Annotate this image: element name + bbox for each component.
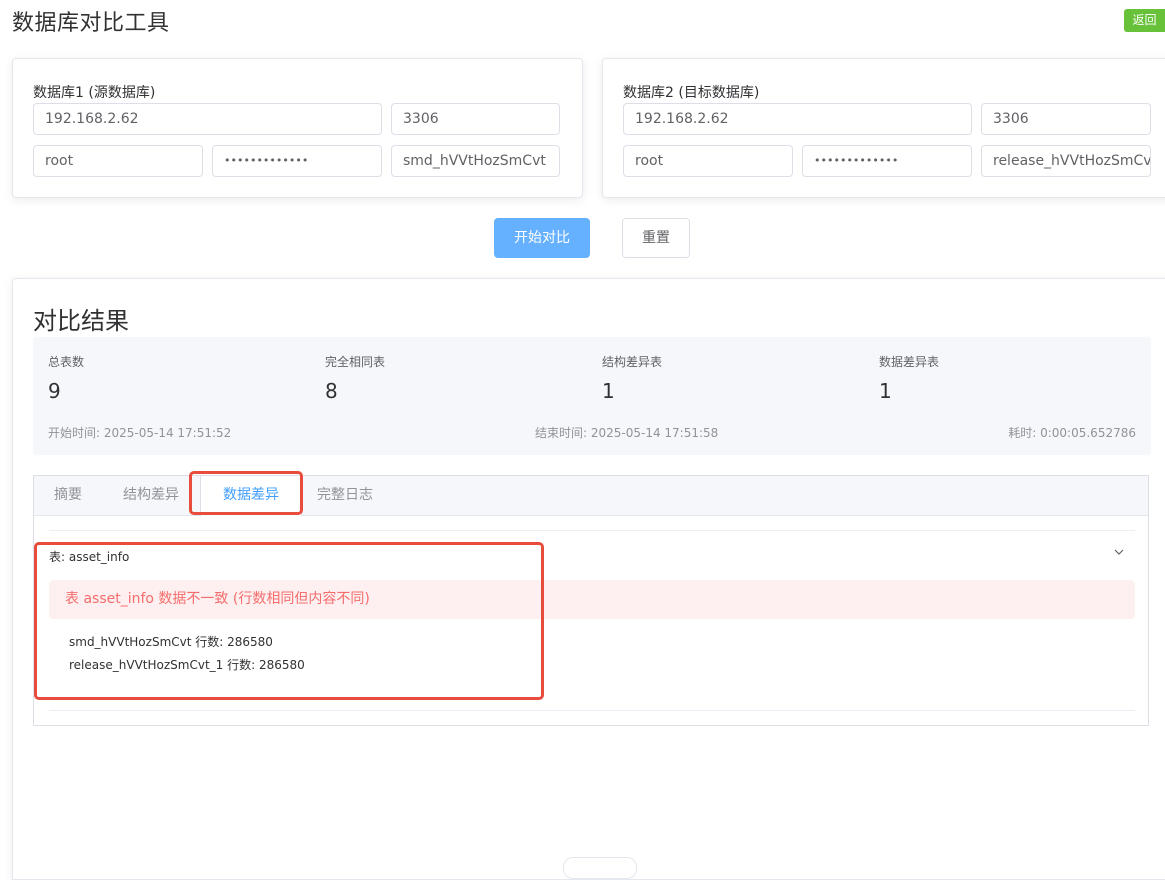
db1-card: 数据库1 (源数据库) 192.168.2.62 3306 root •••••…	[12, 58, 583, 198]
stat-identical-label: 完全相同表	[325, 355, 386, 369]
db1-port-input[interactable]: 3306	[391, 103, 560, 135]
collapse-item-title[interactable]: 表: asset_info	[49, 548, 129, 565]
db1-database-input[interactable]: smd_hVVtHozSmCvt	[391, 145, 560, 177]
results-title: 对比结果	[33, 307, 129, 335]
db2-database-input[interactable]: release_hVVtHozSmCvt_1	[981, 145, 1151, 177]
target-row-count: release_hVVtHozSmCvt_1 行数: 286580	[69, 658, 305, 672]
end-time: 结束时间: 2025-05-14 17:51:58	[535, 426, 719, 440]
db2-password-input[interactable]: •••••••••••••	[802, 145, 972, 177]
divider	[49, 530, 1135, 531]
source-row-count: smd_hVVtHozSmCvt 行数: 286580	[69, 635, 273, 649]
db2-user-input[interactable]: root	[623, 145, 793, 177]
chevron-down-icon[interactable]	[1112, 545, 1126, 559]
tab-data-diff[interactable]: 数据差异	[200, 476, 302, 516]
db2-card: 数据库2 (目标数据库) 192.168.2.62 3306 root ••••…	[602, 58, 1165, 198]
reset-button[interactable]: 重置	[622, 218, 690, 258]
stat-total-value: 9	[48, 379, 61, 403]
tab-full-log[interactable]: 完整日志	[317, 476, 373, 515]
db1-password-input[interactable]: •••••••••••••	[212, 145, 382, 177]
duration: 耗时: 0:00:05.652786	[1008, 426, 1136, 440]
summary-panel: 总表数 9 完全相同表 8 结构差异表 1 数据差异表 1 开始时间: 2025…	[33, 337, 1151, 455]
db2-host-input[interactable]: 192.168.2.62	[623, 103, 972, 135]
start-compare-button[interactable]: 开始对比	[494, 218, 590, 258]
data-diff-alert: 表 asset_info 数据不一致 (行数相同但内容不同)	[49, 580, 1135, 619]
divider	[49, 710, 1135, 711]
stat-total-label: 总表数	[48, 355, 85, 369]
results-card: 对比结果 总表数 9 完全相同表 8 结构差异表 1 数据差异表 1 开始时间:…	[12, 278, 1165, 880]
page-title: 数据库对比工具	[12, 11, 170, 36]
start-time: 开始时间: 2025-05-14 17:51:52	[48, 426, 232, 440]
stat-data-diff-label: 数据差异表	[879, 355, 940, 369]
db2-port-input[interactable]: 3306	[981, 103, 1151, 135]
db1-host-input[interactable]: 192.168.2.62	[33, 103, 382, 135]
db1-label: 数据库1 (源数据库)	[33, 85, 156, 101]
db2-label: 数据库2 (目标数据库)	[623, 85, 760, 101]
db1-user-input[interactable]: root	[33, 145, 203, 177]
tab-structure-diff[interactable]: 结构差异	[123, 476, 179, 515]
stat-structure-diff-value: 1	[602, 379, 615, 403]
scroll-indicator	[563, 857, 637, 879]
results-tabs: 摘要 结构差异 数据差异 完整日志 表: asset_info 表 asset_…	[33, 475, 1149, 726]
stat-identical-value: 8	[325, 379, 338, 403]
stat-data-diff-value: 1	[879, 379, 892, 403]
tabs-header: 摘要 结构差异 数据差异 完整日志	[34, 476, 1148, 516]
tab-summary[interactable]: 摘要	[54, 476, 82, 515]
stat-structure-diff-label: 结构差异表	[602, 355, 663, 369]
back-button[interactable]: 返回	[1124, 9, 1165, 32]
